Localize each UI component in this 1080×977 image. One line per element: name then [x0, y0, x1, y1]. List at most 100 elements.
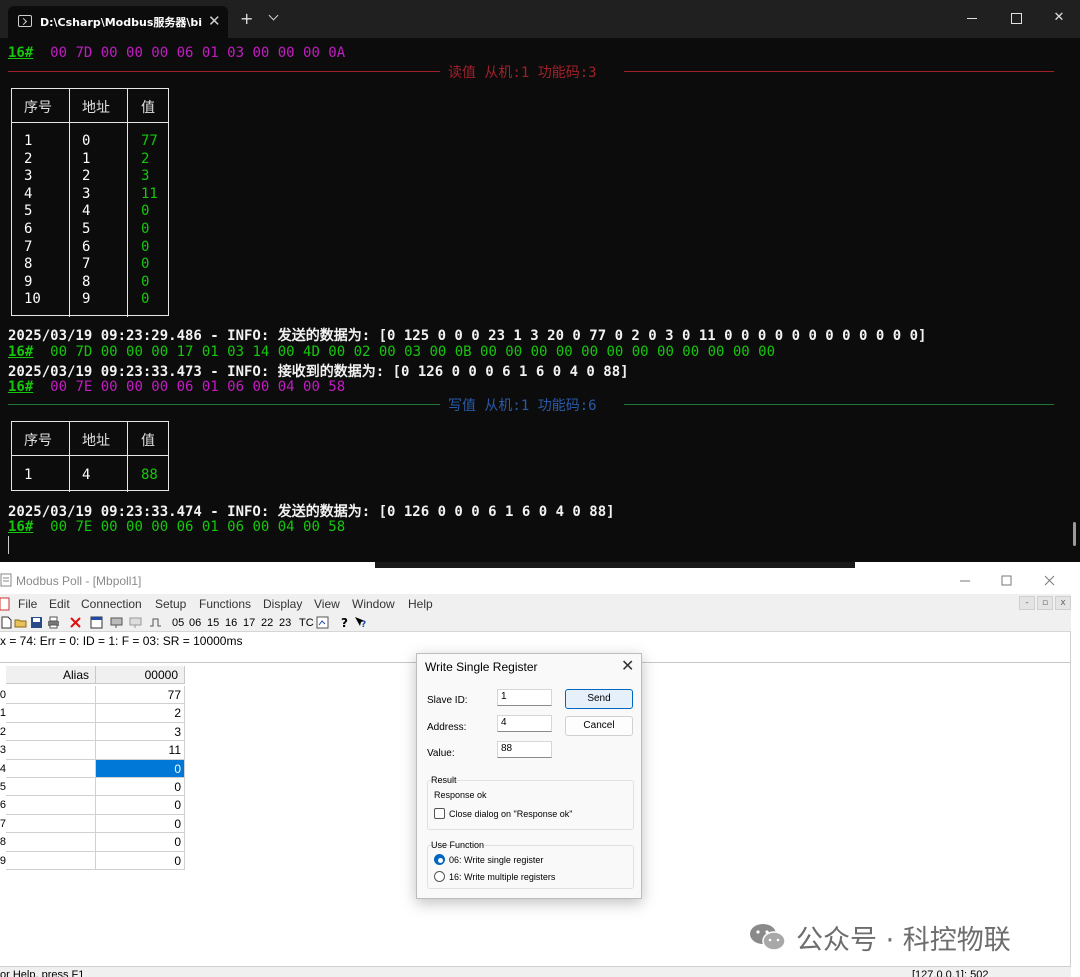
- menu-functions[interactable]: Functions: [199, 597, 251, 611]
- disconnect-icon[interactable]: [129, 616, 142, 629]
- table-row[interactable]: 40: [0, 759, 185, 778]
- context-help-icon[interactable]: ?: [354, 616, 367, 629]
- terminal-hex-line: 16# 00 7D 00 00 00 17 01 03 14 00 4D 00 …: [8, 344, 775, 360]
- print-icon[interactable]: [47, 616, 60, 629]
- maximize-button[interactable]: [997, 572, 1017, 590]
- table-row[interactable]: 23: [0, 722, 185, 742]
- new-tab-button[interactable]: +: [240, 9, 253, 28]
- table-row[interactable]: 70: [0, 814, 185, 834]
- radio-function-06[interactable]: [434, 854, 445, 865]
- terminal-scrollbar[interactable]: [1073, 522, 1076, 546]
- minimize-button[interactable]: [957, 8, 987, 28]
- alias-cell[interactable]: [6, 778, 96, 797]
- value-cell[interactable]: 77: [96, 686, 185, 705]
- value-cell[interactable]: 2: [96, 704, 185, 723]
- help-icon[interactable]: ?: [338, 616, 351, 629]
- value-input[interactable]: 88: [497, 741, 552, 758]
- mdi-close-button[interactable]: x: [1055, 596, 1071, 610]
- toolbar-fc-22[interactable]: 22: [261, 615, 273, 631]
- address-label: Address:: [427, 722, 467, 733]
- terminal-tab[interactable]: D:\Csharp\Modbus服务器\bin\ ✕: [8, 6, 228, 38]
- radio-function-16[interactable]: [434, 871, 445, 882]
- address-column: 4: [82, 467, 91, 483]
- delete-icon[interactable]: [69, 616, 82, 629]
- minimize-button[interactable]: [955, 572, 975, 590]
- connect-icon[interactable]: [110, 616, 123, 629]
- slave-id-input[interactable]: 1: [497, 689, 552, 706]
- cancel-button[interactable]: Cancel: [565, 716, 633, 736]
- menu-help[interactable]: Help: [408, 597, 433, 611]
- alias-cell[interactable]: [6, 833, 96, 852]
- menu-view[interactable]: View: [314, 597, 340, 611]
- menu-display[interactable]: Display: [263, 597, 302, 611]
- toolbar-fc-16[interactable]: 16: [225, 615, 237, 631]
- close-button[interactable]: [1040, 572, 1060, 590]
- window-icon[interactable]: [90, 616, 103, 629]
- value-cell[interactable]: 0: [96, 759, 185, 778]
- document-icon: [0, 597, 10, 611]
- tab-close-icon[interactable]: ✕: [208, 12, 221, 30]
- value-cell[interactable]: 0: [96, 814, 185, 834]
- chevron-down-icon[interactable]: [268, 12, 280, 24]
- new-file-icon[interactable]: [0, 616, 13, 629]
- value-column-header[interactable]: 00000: [96, 666, 185, 684]
- toolbar-fc-05[interactable]: 05: [172, 615, 184, 631]
- menu-window[interactable]: Window: [352, 597, 395, 611]
- table-row[interactable]: 90: [0, 851, 185, 870]
- monitor-icon[interactable]: [316, 616, 329, 629]
- read-result-table: 序号 地址 值 1 2 3 4 5 6 7 8 9 10 0 1 2 3 4 5…: [11, 88, 169, 317]
- toolbar-tc[interactable]: TC: [299, 615, 314, 631]
- slave-id-label: Slave ID:: [427, 695, 468, 706]
- address-column: 0 1 2 3 4 5 6 7 8 9: [82, 133, 91, 308]
- terminal-hex-line: 16# 00 7D 00 00 00 06 01 03 00 00 00 0A: [8, 45, 345, 61]
- alias-cell[interactable]: [6, 814, 96, 834]
- alias-column-header[interactable]: Alias: [6, 666, 96, 684]
- value-cell[interactable]: 11: [96, 741, 185, 760]
- table-row[interactable]: 80: [0, 833, 185, 852]
- open-folder-icon[interactable]: [14, 616, 27, 629]
- menu-file[interactable]: File: [18, 597, 37, 611]
- close-icon[interactable]: ✕: [621, 656, 634, 676]
- toolbar-fc-23[interactable]: 23: [279, 615, 291, 631]
- toolbar-fc-17[interactable]: 17: [243, 615, 255, 631]
- alias-cell[interactable]: [6, 851, 96, 870]
- mdi-minimize-button[interactable]: -: [1019, 596, 1035, 610]
- close-button[interactable]: ✕: [1044, 8, 1074, 28]
- toolbar-fc-15[interactable]: 15: [207, 615, 219, 631]
- value-cell[interactable]: 0: [96, 833, 185, 852]
- maximize-button[interactable]: [1001, 8, 1031, 28]
- alias-cell[interactable]: [6, 796, 96, 815]
- send-button[interactable]: Send: [565, 689, 633, 709]
- toolbar-fc-06[interactable]: 06: [189, 615, 201, 631]
- alias-cell[interactable]: [6, 741, 96, 760]
- hex-tag: 16#: [8, 45, 34, 61]
- menu-edit[interactable]: Edit: [49, 597, 70, 611]
- address-input[interactable]: 4: [497, 715, 552, 732]
- header-index: 序号: [24, 433, 52, 449]
- table-row[interactable]: 60: [0, 796, 185, 815]
- table-row[interactable]: 0 77: [0, 686, 185, 705]
- value-cell[interactable]: 0: [96, 778, 185, 797]
- mdi-restore-button[interactable]: ▫: [1037, 596, 1053, 610]
- alias-cell[interactable]: [6, 759, 96, 778]
- value-cell[interactable]: 0: [96, 851, 185, 870]
- terminal-tab-title: D:\Csharp\Modbus服务器\bin\: [40, 16, 202, 29]
- menu-setup[interactable]: Setup: [155, 597, 186, 611]
- radio-function-16-label: 16: Write multiple registers: [449, 872, 556, 882]
- save-icon[interactable]: [30, 616, 43, 629]
- table-row[interactable]: 50: [0, 778, 185, 797]
- dialog-title: Write Single Register: [425, 660, 538, 674]
- hex-tag: 16#: [8, 519, 34, 535]
- table-row[interactable]: 3 11: [0, 741, 185, 760]
- alias-cell[interactable]: [6, 686, 96, 705]
- value-cell[interactable]: 0: [96, 796, 185, 815]
- hex-bytes: 00 7D 00 00 00 17 01 03 14 00 4D 00 02 0…: [50, 344, 776, 360]
- app-icon: [0, 573, 12, 587]
- table-row[interactable]: 12: [0, 704, 185, 723]
- alias-cell[interactable]: [6, 704, 96, 723]
- value-cell[interactable]: 3: [96, 722, 185, 742]
- close-on-ok-checkbox[interactable]: [434, 808, 445, 819]
- pulse-icon[interactable]: [149, 616, 162, 629]
- alias-cell[interactable]: [6, 722, 96, 742]
- menu-connection[interactable]: Connection: [81, 597, 142, 611]
